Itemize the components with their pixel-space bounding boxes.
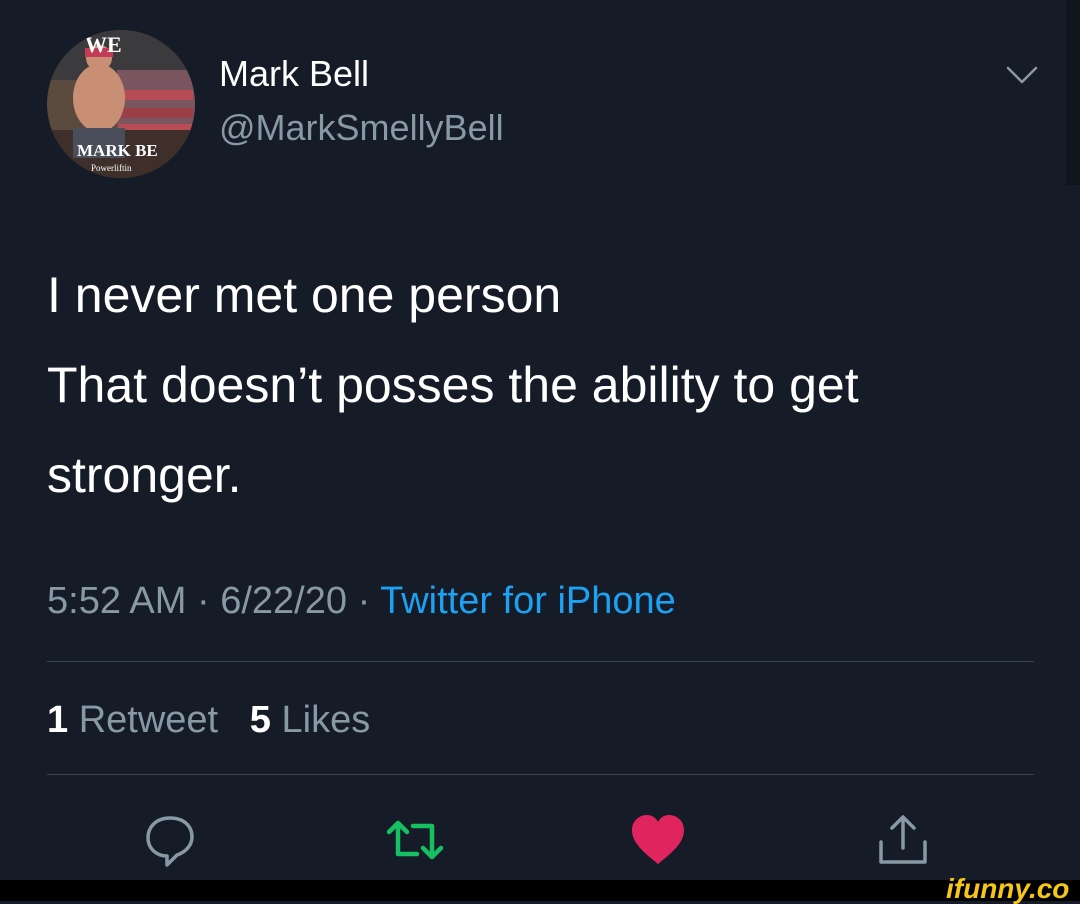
bottom-bar xyxy=(0,880,1080,901)
tweet-text: I never met one person That doesn’t poss… xyxy=(47,250,1047,520)
retweet-icon[interactable] xyxy=(385,810,445,870)
divider xyxy=(47,661,1034,662)
retweets-stat[interactable]: 1 Retweet xyxy=(47,699,218,741)
watermark-logo: ifunny.co xyxy=(946,873,1070,904)
divider xyxy=(47,774,1034,775)
scrollbar[interactable] xyxy=(1066,0,1080,185)
retweet-label: Retweet xyxy=(78,699,219,741)
tweet-date: 6/22/20 xyxy=(220,580,347,622)
tweet-time: 5:52 AM xyxy=(47,580,187,622)
user-handle[interactable]: @MarkSmellyBell xyxy=(219,106,504,150)
avatar[interactable]: WE MARK BE Powerliftin xyxy=(47,30,195,178)
avatar-image: WE MARK BE Powerliftin xyxy=(47,30,195,178)
share-icon[interactable] xyxy=(873,810,933,870)
tweet-line: I never met one person xyxy=(47,267,562,323)
like-count: 5 xyxy=(249,699,271,741)
meta-separator: · xyxy=(196,580,210,622)
avatar-text-sub: Powerliftin xyxy=(91,163,132,173)
meta-separator: · xyxy=(357,580,371,622)
tweet-stats: 1 Retweet 5 Likes xyxy=(47,697,370,743)
like-icon[interactable] xyxy=(628,810,688,870)
chevron-down-icon[interactable] xyxy=(1002,60,1042,90)
like-label: Likes xyxy=(281,699,371,741)
avatar-text-top: WE xyxy=(85,32,122,57)
avatar-text-bottom: MARK BE xyxy=(77,141,158,160)
tweet-meta: 5:52 AM · 6/22/20 · Twitter for iPhone xyxy=(47,578,676,624)
tweet-line: That doesn’t posses the ability to get xyxy=(47,357,859,413)
display-name[interactable]: Mark Bell xyxy=(219,52,369,96)
tweet-line: stronger. xyxy=(47,447,242,503)
tweet-source-link[interactable]: Twitter for iPhone xyxy=(380,580,676,622)
reply-icon[interactable] xyxy=(140,810,200,870)
likes-stat[interactable]: 5 Likes xyxy=(250,699,370,741)
retweet-count: 1 xyxy=(47,699,69,741)
